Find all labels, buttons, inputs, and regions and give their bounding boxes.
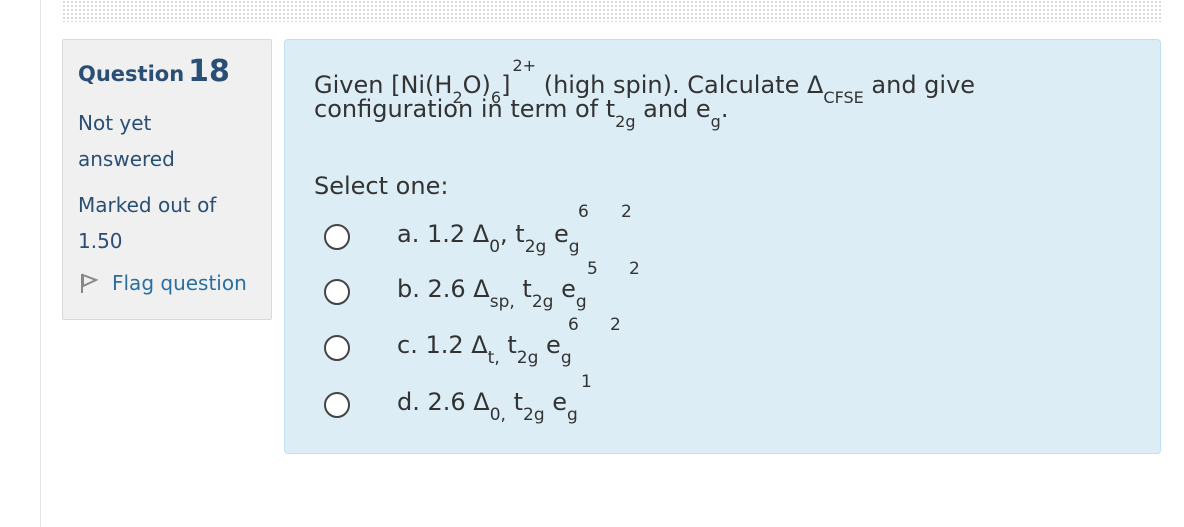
answer-a-radio[interactable] bbox=[324, 224, 350, 250]
answer-a-t-sup: 6 bbox=[578, 202, 589, 222]
answer-option-d[interactable]: d. 2.6 Δ0, t2g eg 1 bbox=[285, 372, 1162, 434]
answer-a-label: a. 1.2 Δ0, t2g eg bbox=[397, 220, 580, 257]
answer-d-prefix: d. 2.6 Δ bbox=[397, 388, 490, 416]
answer-b-e-sup: 2 bbox=[629, 259, 640, 279]
answer-option-c[interactable]: c. 1.2 Δt, t2g eg 6 2 bbox=[285, 315, 1162, 377]
answer-b-label: b. 2.6 Δsp, t2g eg bbox=[397, 275, 587, 312]
q2-eg: g bbox=[710, 112, 721, 131]
flag-question-link[interactable]: Flag question bbox=[78, 271, 271, 295]
answer-b-delta-sub: sp, bbox=[489, 292, 515, 312]
question-content-panel: Given [Ni(H2O)6]2+ (high spin). Calculat… bbox=[284, 39, 1161, 454]
answer-c-t-sub: 2g bbox=[516, 348, 539, 368]
answer-b-t: t bbox=[514, 275, 532, 303]
answer-b-prefix: b. 2.6 Δ bbox=[397, 275, 490, 303]
answer-option-a[interactable]: a. 1.2 Δ0, t2g eg 6 2 bbox=[285, 202, 1162, 266]
q2-end: . bbox=[720, 95, 729, 123]
answer-d-t: t bbox=[505, 388, 523, 416]
answer-d-label: d. 2.6 Δ0, t2g eg bbox=[397, 388, 578, 425]
q1-end: and give bbox=[863, 71, 976, 99]
answer-b-t-sub: 2g bbox=[531, 292, 554, 312]
answer-option-b[interactable]: b. 2.6 Δsp, t2g eg 5 2 bbox=[285, 259, 1162, 321]
answer-c-e: e bbox=[546, 331, 561, 359]
answer-c-prefix: c. 1.2 Δ bbox=[397, 331, 488, 359]
page-edge-line bbox=[40, 0, 41, 527]
question-number: 18 bbox=[188, 54, 230, 89]
answer-b-e: e bbox=[561, 275, 576, 303]
answer-a-e: e bbox=[553, 220, 569, 248]
question-label: Question bbox=[78, 62, 185, 86]
answer-c-e-sup: 2 bbox=[610, 315, 621, 335]
q2-prefix: configuration in term of t bbox=[314, 95, 616, 123]
answer-d-radio[interactable] bbox=[324, 392, 350, 418]
answer-a-e-sup: 2 bbox=[621, 202, 632, 222]
top-dotted-band bbox=[62, 0, 1162, 22]
select-one-prompt: Select one: bbox=[314, 172, 449, 200]
answer-a-prefix: a. 1.2 Δ bbox=[397, 220, 490, 248]
answer-d-e-sub: g bbox=[567, 405, 578, 425]
answer-c-t: t bbox=[499, 331, 517, 359]
q2-mid: and e bbox=[635, 95, 711, 123]
answer-d-e-sup: 1 bbox=[581, 372, 592, 392]
answer-c-radio[interactable] bbox=[324, 335, 350, 361]
question-state: Not yet answered bbox=[78, 111, 175, 171]
question-info-panel: Question 18 Not yet answered Marked out o… bbox=[62, 39, 272, 320]
answer-d-t-sub: 2g bbox=[523, 405, 545, 425]
answer-a-t: , t bbox=[500, 220, 525, 248]
answer-b-radio[interactable] bbox=[324, 279, 350, 305]
question-grade: Marked out of 1.50 bbox=[78, 193, 217, 253]
q1-cfse: CFSE bbox=[823, 88, 864, 107]
answer-a-delta-sub: 0 bbox=[489, 237, 501, 257]
q1-charge: 2+ bbox=[512, 56, 537, 75]
answer-c-delta-sub: t, bbox=[487, 348, 500, 368]
question-number-line: Question 18 bbox=[78, 54, 271, 89]
q2-t2g: 2g bbox=[615, 112, 636, 131]
answer-c-e-sub: g bbox=[560, 348, 572, 368]
answer-c-t-sup: 6 bbox=[568, 315, 579, 335]
answer-a-t-sub: 2g bbox=[524, 237, 547, 257]
question-line-2: configuration in term of t2g and eg. bbox=[314, 95, 728, 131]
answer-a-e-sub: g bbox=[568, 237, 580, 257]
flag-question-label: Flag question bbox=[112, 271, 247, 295]
answer-d-e: e bbox=[552, 388, 568, 416]
answer-b-t-sup: 5 bbox=[587, 259, 598, 279]
answer-b-e-sub: g bbox=[575, 292, 587, 312]
answer-c-label: c. 1.2 Δt, t2g eg bbox=[397, 331, 572, 368]
flag-icon bbox=[81, 273, 99, 293]
answer-d-delta-sub: 0, bbox=[489, 405, 506, 425]
